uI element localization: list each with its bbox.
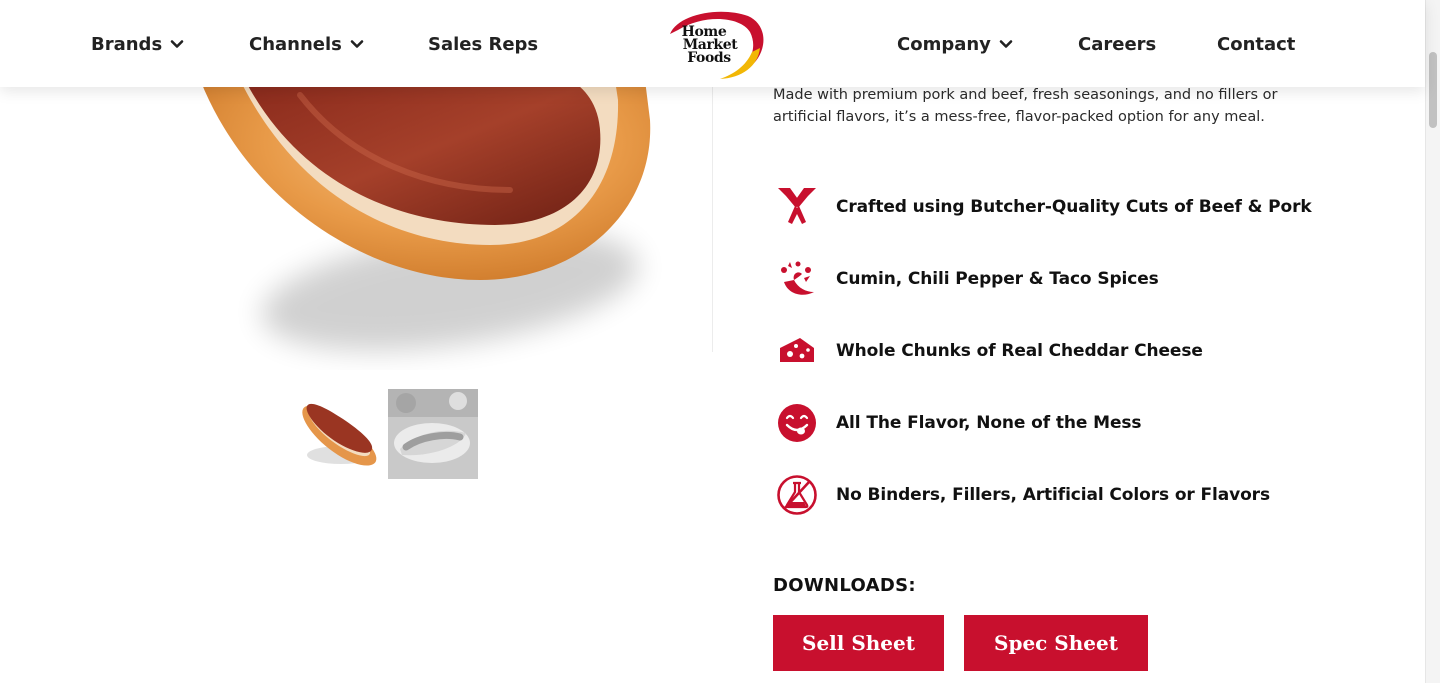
- home-market-foods-logo[interactable]: Home Market Foods: [660, 8, 766, 80]
- nav-sales-reps[interactable]: Sales Reps: [428, 30, 538, 58]
- downloads-heading: DOWNLOADS:: [773, 575, 916, 596]
- logo-wordmark: Home Market Foods: [681, 23, 738, 66]
- nav-channels[interactable]: Channels: [249, 30, 364, 58]
- spec-sheet-button[interactable]: Spec Sheet: [964, 615, 1148, 671]
- no-additives-icon: [777, 475, 817, 515]
- nav-brands[interactable]: Brands: [91, 30, 184, 58]
- feature-text: No Binders, Fillers, Artificial Colors o…: [836, 485, 1270, 505]
- cleaver-icon: [778, 188, 816, 224]
- feature-item: Cumin, Chili Pepper & Taco Spices: [776, 257, 1159, 301]
- feature-text: Whole Chunks of Real Cheddar Cheese: [836, 341, 1203, 361]
- nav-contact-label: Contact: [1217, 33, 1296, 55]
- feature-text: Crafted using Butcher-Quality Cuts of Be…: [836, 197, 1312, 217]
- nav-careers-label: Careers: [1078, 33, 1157, 55]
- feature-item: No Binders, Fillers, Artificial Colors o…: [776, 473, 1270, 517]
- product-thumbnail-2[interactable]: [388, 389, 478, 479]
- nav-company-label: Company: [897, 33, 991, 55]
- nav-brands-label: Brands: [91, 33, 163, 55]
- product-main-image: [190, 50, 651, 351]
- cheese-icon: [780, 338, 814, 362]
- nav-careers[interactable]: Careers: [1078, 30, 1156, 58]
- chili-pepper-icon: [781, 261, 814, 295]
- content-divider: [712, 87, 713, 352]
- nav-contact[interactable]: Contact: [1217, 30, 1295, 58]
- feature-item: Crafted using Butcher-Quality Cuts of Be…: [776, 185, 1312, 229]
- nav-company[interactable]: Company: [897, 30, 1013, 58]
- chevron-down-icon: [170, 40, 184, 48]
- feature-text: All The Flavor, None of the Mess: [836, 413, 1142, 433]
- product-description: Made with premium pork and beef, fresh s…: [773, 87, 1278, 125]
- scrollbar-thumb[interactable]: [1429, 52, 1437, 128]
- feature-item: All The Flavor, None of the Mess: [776, 401, 1142, 445]
- chevron-down-icon: [999, 40, 1013, 48]
- nav-sales-reps-label: Sales Reps: [428, 33, 539, 55]
- chevron-down-icon: [350, 40, 364, 48]
- product-thumbnail-1[interactable]: [293, 389, 383, 479]
- site-header: Brands Channels Sales Reps Home Market F…: [0, 0, 1425, 87]
- feature-text: Cumin, Chili Pepper & Taco Spices: [836, 269, 1159, 289]
- feature-item: Whole Chunks of Real Cheddar Cheese: [776, 329, 1203, 373]
- yum-face-icon: [778, 404, 816, 442]
- sell-sheet-button[interactable]: Sell Sheet: [773, 615, 944, 671]
- hot-dog-thumbnail-image: [302, 403, 377, 466]
- nav-channels-label: Channels: [249, 33, 342, 55]
- serving-photo-thumbnail-image: [388, 389, 478, 479]
